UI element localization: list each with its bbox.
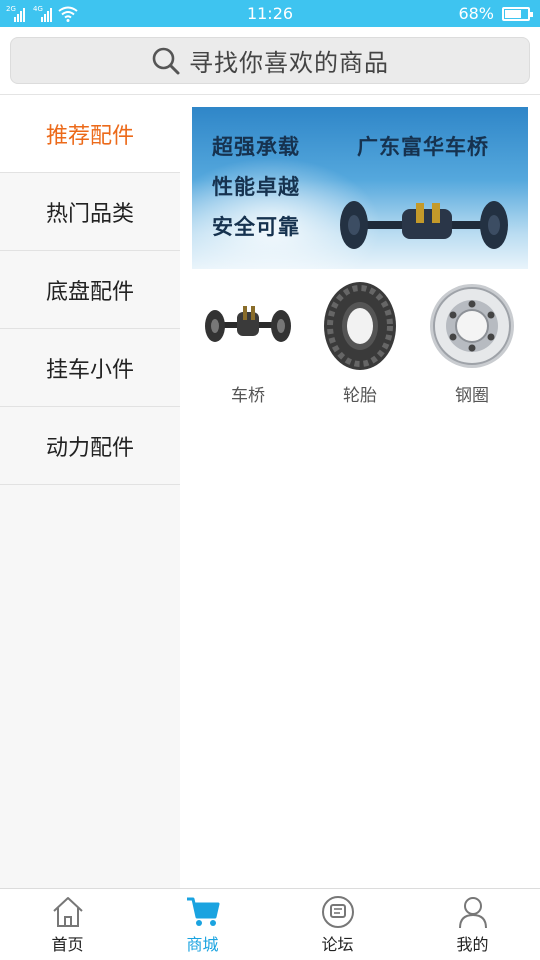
tire-icon [315, 281, 405, 371]
battery-fill [505, 9, 522, 18]
bottom-navigation: 首页 商城 论坛 我的 [0, 888, 540, 960]
battery-status: 68% [458, 4, 533, 23]
battery-icon [502, 6, 533, 21]
nav-label: 商城 [186, 935, 219, 954]
main-content: 超强承载 性能卓越 安全可靠 广东富华车桥 车桥 轮胎 钢圈 [180, 95, 540, 888]
home-icon [52, 897, 83, 927]
promo-banner[interactable]: 超强承载 性能卓越 安全可靠 广东富华车桥 [192, 107, 528, 269]
category-label: 钢圈 [455, 386, 489, 406]
search-icon [152, 47, 180, 74]
search-placeholder: 寻找你喜欢的商品 [189, 49, 389, 77]
category-grid: 车桥 轮胎 钢圈 [192, 281, 528, 406]
nav-home[interactable]: 首页 [0, 889, 135, 960]
battery-percent: 68% [458, 4, 494, 23]
nav-mall[interactable]: 商城 [135, 889, 270, 960]
category-wheel-rim[interactable]: 钢圈 [416, 281, 528, 406]
nav-label: 首页 [51, 935, 84, 954]
status-bar: 2G 4G 11:26 68% [0, 0, 540, 27]
sidebar-item-recommended-parts[interactable]: 推荐配件 [0, 95, 180, 173]
nav-label: 我的 [456, 935, 489, 954]
nav-profile[interactable]: 我的 [405, 889, 540, 960]
banner-axle-image [340, 201, 508, 249]
banner-line-3: 安全可靠 [212, 215, 300, 239]
sidebar-item-power-parts[interactable]: 动力配件 [0, 407, 180, 485]
category-sidebar: 推荐配件 热门品类 底盘配件 挂车小件 动力配件 [0, 95, 180, 888]
search-area: 寻找你喜欢的商品 [0, 27, 540, 95]
forum-icon [321, 896, 354, 928]
user-icon [458, 897, 487, 929]
nav-forum[interactable]: 论坛 [270, 889, 405, 960]
sidebar-item-popular-categories[interactable]: 热门品类 [0, 173, 180, 251]
axle-icon [203, 281, 293, 371]
category-label: 轮胎 [343, 386, 377, 406]
nav-label: 论坛 [321, 935, 354, 954]
sidebar-item-trailer-small-parts[interactable]: 挂车小件 [0, 329, 180, 407]
category-label: 车桥 [231, 386, 265, 406]
search-input[interactable]: 寻找你喜欢的商品 [10, 37, 530, 84]
banner-line-2: 性能卓越 [212, 175, 300, 199]
banner-brand: 广东富华车桥 [357, 135, 489, 159]
banner-line-1: 超强承载 [212, 135, 300, 159]
wheel-rim-icon [427, 281, 517, 371]
category-tire[interactable]: 轮胎 [304, 281, 416, 406]
sidebar-item-chassis-parts[interactable]: 底盘配件 [0, 251, 180, 329]
cart-icon [186, 897, 219, 926]
category-axle[interactable]: 车桥 [192, 281, 304, 406]
